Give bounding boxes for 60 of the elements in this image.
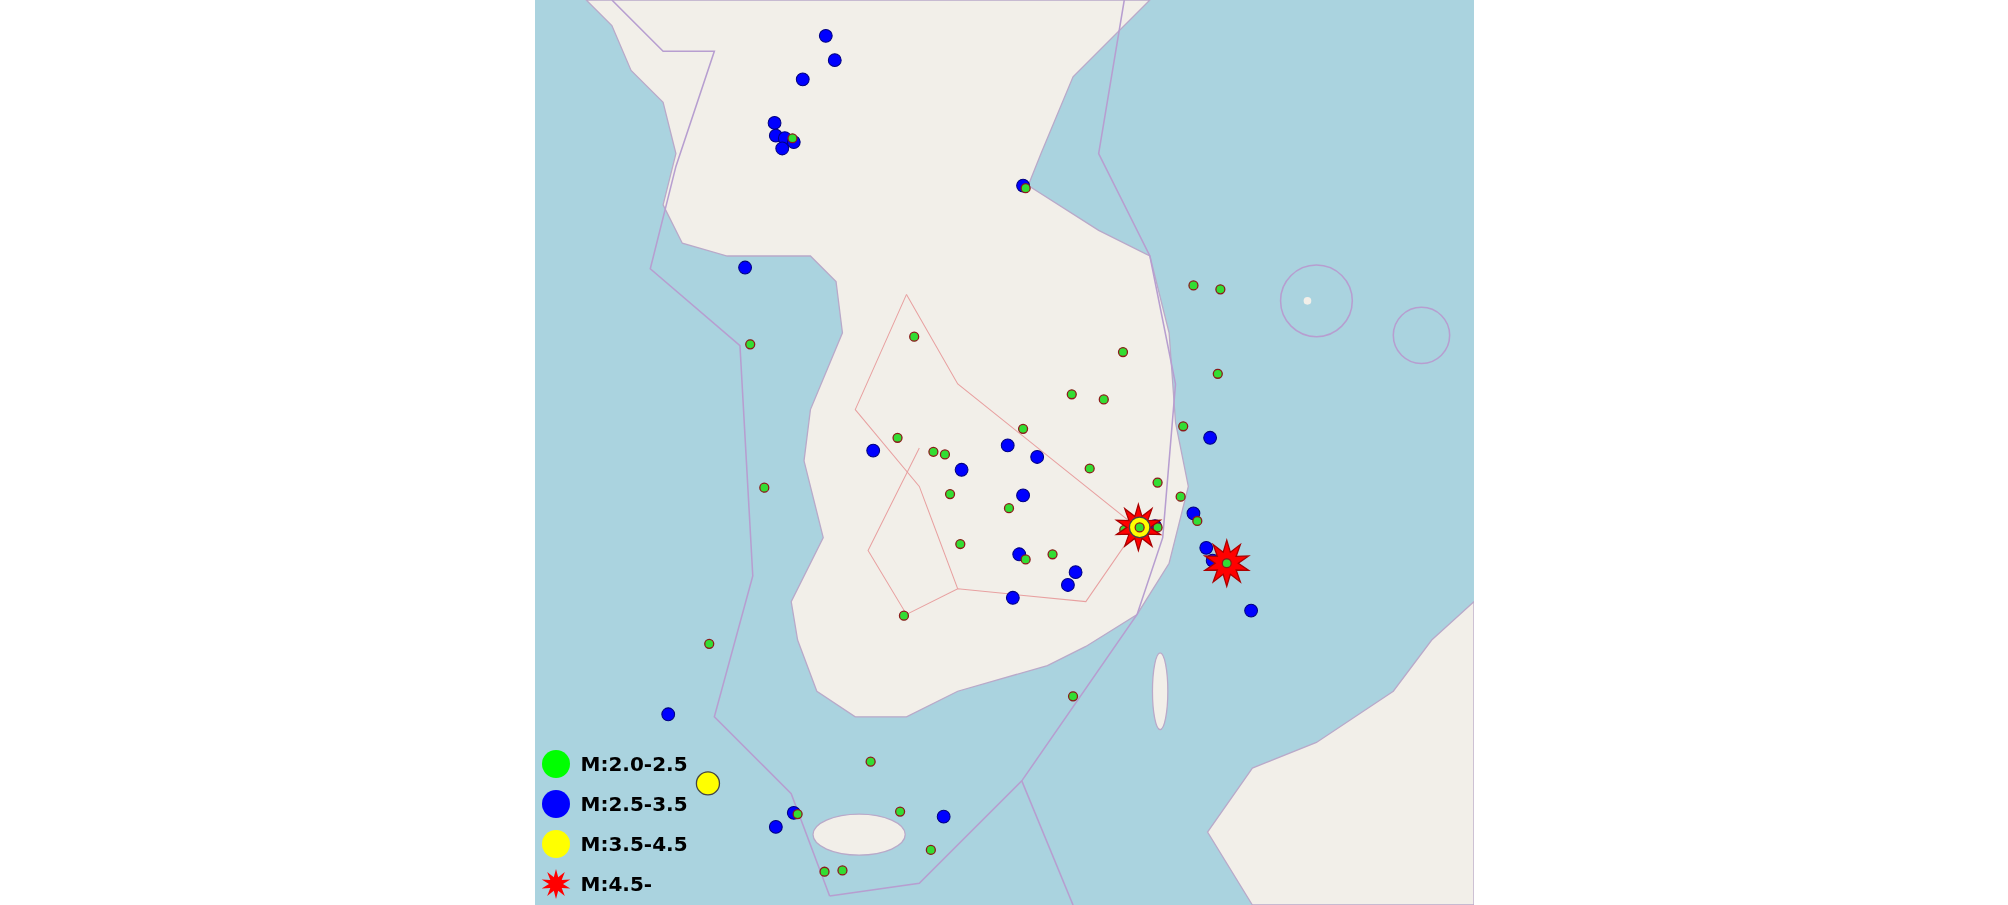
circle-marker — [1098, 394, 1109, 405]
circle-marker — [695, 771, 720, 796]
legend-label: M:3.5-4.5 — [580, 832, 688, 856]
circle-marker — [939, 449, 950, 460]
circle-marker — [1191, 515, 1202, 527]
circle-marker — [786, 133, 798, 144]
legend-label: M:2.0-2.5 — [580, 752, 688, 776]
circle-marker — [1020, 554, 1031, 565]
circle-marker — [891, 432, 903, 443]
circle-marker — [1067, 691, 1078, 702]
legend-label: M:4.5- — [580, 872, 653, 896]
circle-marker — [1000, 438, 1015, 453]
circle-marker — [818, 28, 833, 43]
circle-marker — [792, 809, 803, 820]
circle-marker — [660, 707, 675, 722]
circle-marker — [1187, 280, 1199, 291]
circle-marker — [1066, 389, 1077, 400]
circle-marker — [703, 638, 714, 649]
circle-marker — [1020, 183, 1031, 194]
circle-marker — [927, 446, 939, 457]
circle-marker — [774, 141, 789, 156]
circle-marker — [1175, 491, 1186, 502]
circle-marker — [1003, 503, 1014, 514]
circle-marker — [944, 489, 955, 500]
circle-marker — [744, 339, 755, 350]
circle-marker — [1177, 421, 1188, 432]
circle-marker — [1029, 450, 1044, 464]
circle-marker — [737, 260, 752, 275]
circle-marker — [1212, 368, 1223, 379]
circle-marker — [836, 865, 848, 876]
circle-marker — [1005, 590, 1020, 605]
circle-marker — [827, 53, 842, 68]
circle-marker — [1214, 284, 1225, 295]
circle-marker — [1068, 565, 1082, 580]
circle-marker — [767, 115, 781, 130]
circle-marker — [1046, 549, 1058, 560]
circle-marker — [1084, 463, 1095, 474]
circle-marker — [865, 443, 880, 458]
circle-marker — [795, 72, 810, 87]
circle-marker — [894, 806, 905, 817]
circle-marker — [954, 462, 968, 477]
circle-marker — [818, 866, 830, 877]
circle-marker — [936, 809, 951, 824]
star-marker — [1202, 537, 1251, 589]
circle-marker — [758, 482, 769, 493]
legend-label: M:2.5-3.5 — [580, 792, 688, 816]
circle-marker — [1017, 423, 1028, 434]
circle-marker — [768, 820, 783, 834]
circle-marker — [908, 331, 919, 342]
circle-marker — [865, 756, 876, 767]
circle-marker — [925, 844, 936, 856]
circle-marker — [1202, 430, 1217, 445]
circle-marker — [1243, 603, 1258, 618]
star-marker — [1113, 502, 1162, 553]
circle-marker — [1198, 540, 1213, 555]
circle-marker — [1015, 488, 1030, 503]
circle-marker — [954, 538, 965, 550]
circle-marker — [898, 610, 909, 621]
circle-marker — [1117, 346, 1128, 358]
circle-marker — [1151, 477, 1163, 488]
